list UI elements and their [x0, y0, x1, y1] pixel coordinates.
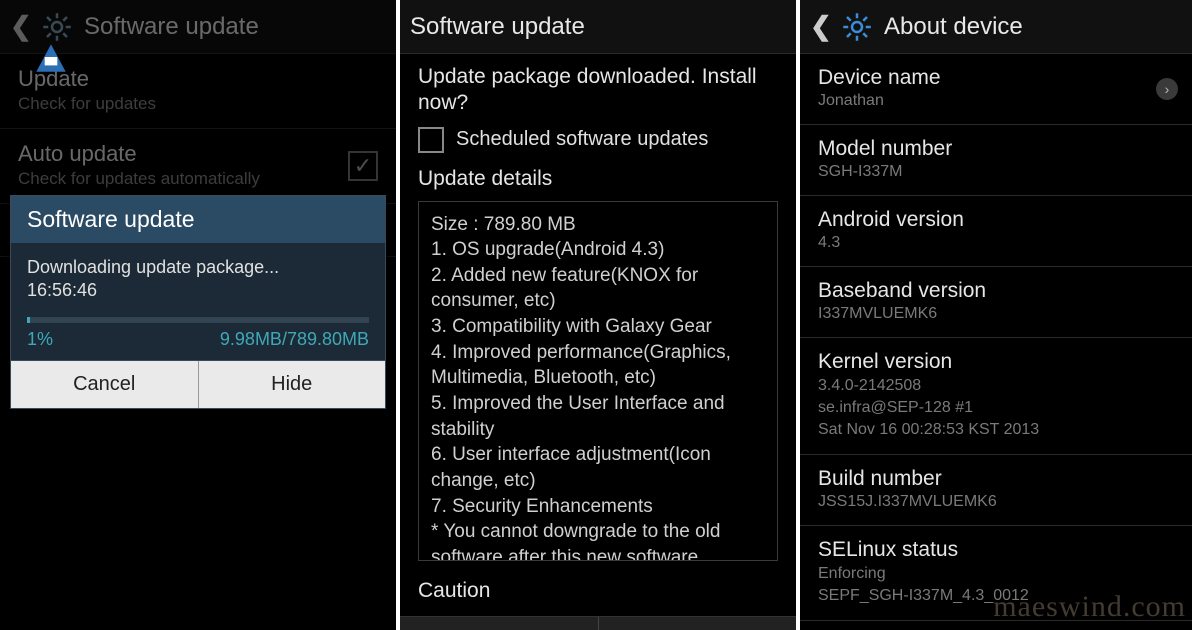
- details-line: 1. OS upgrade(Android 4.3): [431, 237, 765, 263]
- row-label: Build number: [818, 467, 1174, 491]
- row-label: Model number: [818, 137, 1174, 161]
- row-label: Baseband version: [818, 279, 1174, 303]
- row-value: JSS15J.I337MVLUEMK6: [818, 493, 1174, 511]
- bottom-button-row: [400, 616, 796, 630]
- progress-bar: [27, 317, 369, 323]
- row-baseband-version[interactable]: Baseband version I337MVLUEMK6: [800, 267, 1192, 338]
- details-line: 4. Improved performance(Graphics, Multim…: [431, 340, 765, 391]
- progress-transfer: 9.98MB/789.80MB: [220, 329, 369, 350]
- header-title: About device: [884, 13, 1023, 41]
- row-label: Kernel version: [818, 350, 1174, 374]
- row-value-line1: Enforcing: [818, 564, 1174, 584]
- back-icon[interactable]: ❮: [810, 11, 830, 42]
- chevron-right-icon: ›: [1156, 78, 1178, 100]
- header-bar: Software update: [400, 0, 796, 54]
- row-value-line2: se.infra@SEP-128 #1: [818, 398, 1174, 418]
- row-model-number[interactable]: Model number SGH-I337M: [800, 125, 1192, 196]
- settings-gear-icon: [840, 10, 874, 44]
- row-value: SGH-I337M: [818, 163, 1174, 181]
- details-line: 3. Compatibility with Galaxy Gear: [431, 314, 765, 340]
- update-details-box[interactable]: Size : 789.80 MB1. OS upgrade(Android 4.…: [418, 201, 778, 561]
- row-value: 4.3: [818, 234, 1174, 252]
- row-label: Android version: [818, 208, 1174, 232]
- progress-stats: 1% 9.98MB/789.80MB: [27, 329, 369, 350]
- watermark-text: maeswind.com: [993, 590, 1186, 624]
- caution-heading: Caution: [400, 571, 796, 603]
- details-line: 6. User interface adjustment(Icon change…: [431, 442, 765, 493]
- row-value: I337MVLUEMK6: [818, 305, 1174, 323]
- details-line: 5. Improved the User Interface and stabi…: [431, 391, 765, 442]
- header-title: Software update: [410, 13, 585, 41]
- details-line: 7. Security Enhancements: [431, 494, 765, 520]
- scheduled-row[interactable]: Scheduled software updates: [418, 127, 778, 153]
- row-label: Device name: [818, 66, 1174, 90]
- row-build-number[interactable]: Build number JSS15J.I337MVLUEMK6: [800, 455, 1192, 526]
- row-value-line1: 3.4.0-2142508: [818, 376, 1174, 396]
- row-label: SELinux status: [818, 538, 1174, 562]
- dialog-title: Software update: [11, 196, 385, 243]
- panel-software-update-2: Software update Update package downloade…: [400, 0, 800, 630]
- row-value-line3: Sat Nov 16 00:28:53 KST 2013: [818, 420, 1174, 440]
- row-android-version[interactable]: Android version 4.3: [800, 196, 1192, 267]
- install-button[interactable]: [599, 617, 797, 630]
- install-prompt: Update package downloaded. Install now?: [418, 64, 778, 117]
- cancel-button[interactable]: Cancel: [11, 361, 199, 408]
- dialog-buttons: Cancel Hide: [11, 360, 385, 408]
- row-value: Jonathan: [818, 92, 1174, 110]
- details-line: Size : 789.80 MB: [431, 212, 765, 238]
- progress-percent: 1%: [27, 329, 53, 350]
- header-bar: ❮ About device: [800, 0, 1192, 54]
- row-kernel-version[interactable]: Kernel version 3.4.0-2142508 se.infra@SE…: [800, 338, 1192, 455]
- panel-body: Update package downloaded. Install now? …: [400, 54, 796, 571]
- panel-about-device: ❮ About device Device name Jonathan › Mo…: [800, 0, 1192, 630]
- hide-button[interactable]: Hide: [199, 361, 386, 408]
- later-button[interactable]: [400, 617, 599, 630]
- details-line: 2. Added new feature(KNOX for consumer, …: [431, 263, 765, 314]
- details-line: * You cannot downgrade to the old softwa…: [431, 519, 765, 560]
- download-dialog: Software update Downloading update packa…: [10, 195, 386, 409]
- watermark-logo-icon: [30, 36, 72, 78]
- details-heading: Update details: [418, 167, 778, 191]
- progress-fill: [27, 317, 30, 323]
- dialog-message: Downloading update package...: [27, 257, 369, 278]
- row-device-name[interactable]: Device name Jonathan ›: [800, 54, 1192, 125]
- scheduled-label: Scheduled software updates: [456, 128, 708, 151]
- panel-software-update-1: ❮ Software update Update Check for updat…: [0, 0, 400, 630]
- checkbox-icon[interactable]: [418, 127, 444, 153]
- dialog-body: Downloading update package... 16:56:46 1…: [11, 243, 385, 360]
- dialog-time: 16:56:46: [27, 280, 369, 301]
